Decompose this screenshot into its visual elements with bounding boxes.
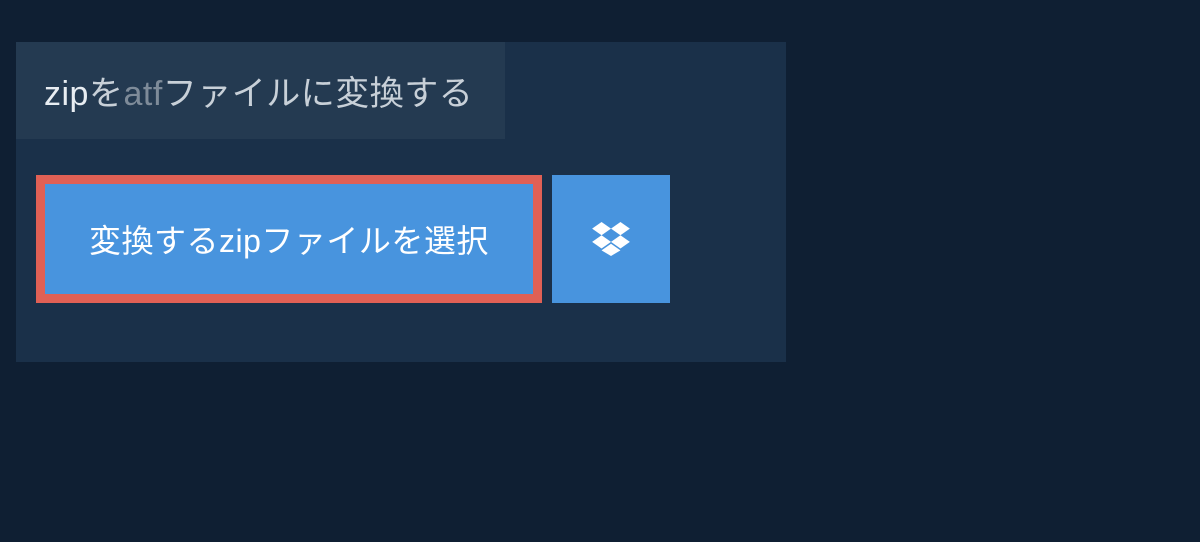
heading-part-rest: ファイルに変換する bbox=[163, 75, 474, 113]
converter-panel: zipをatfファイルに変換する 変換するzipファイルを選択 bbox=[16, 42, 786, 362]
page-title: zipをatfファイルに変換する bbox=[44, 66, 473, 115]
heading-part-zip: zip bbox=[44, 75, 89, 113]
select-file-button[interactable]: 変換するzipファイルを選択 bbox=[36, 175, 542, 303]
button-row: 変換するzipファイルを選択 bbox=[16, 139, 786, 303]
heading-part-wo: を bbox=[89, 75, 124, 113]
dropbox-button[interactable] bbox=[552, 175, 670, 303]
heading-part-atf: atf bbox=[123, 75, 162, 113]
heading-box: zipをatfファイルに変換する bbox=[16, 42, 505, 139]
select-file-button-label: 変換するzipファイルを選択 bbox=[89, 216, 489, 262]
dropbox-icon bbox=[592, 222, 630, 256]
